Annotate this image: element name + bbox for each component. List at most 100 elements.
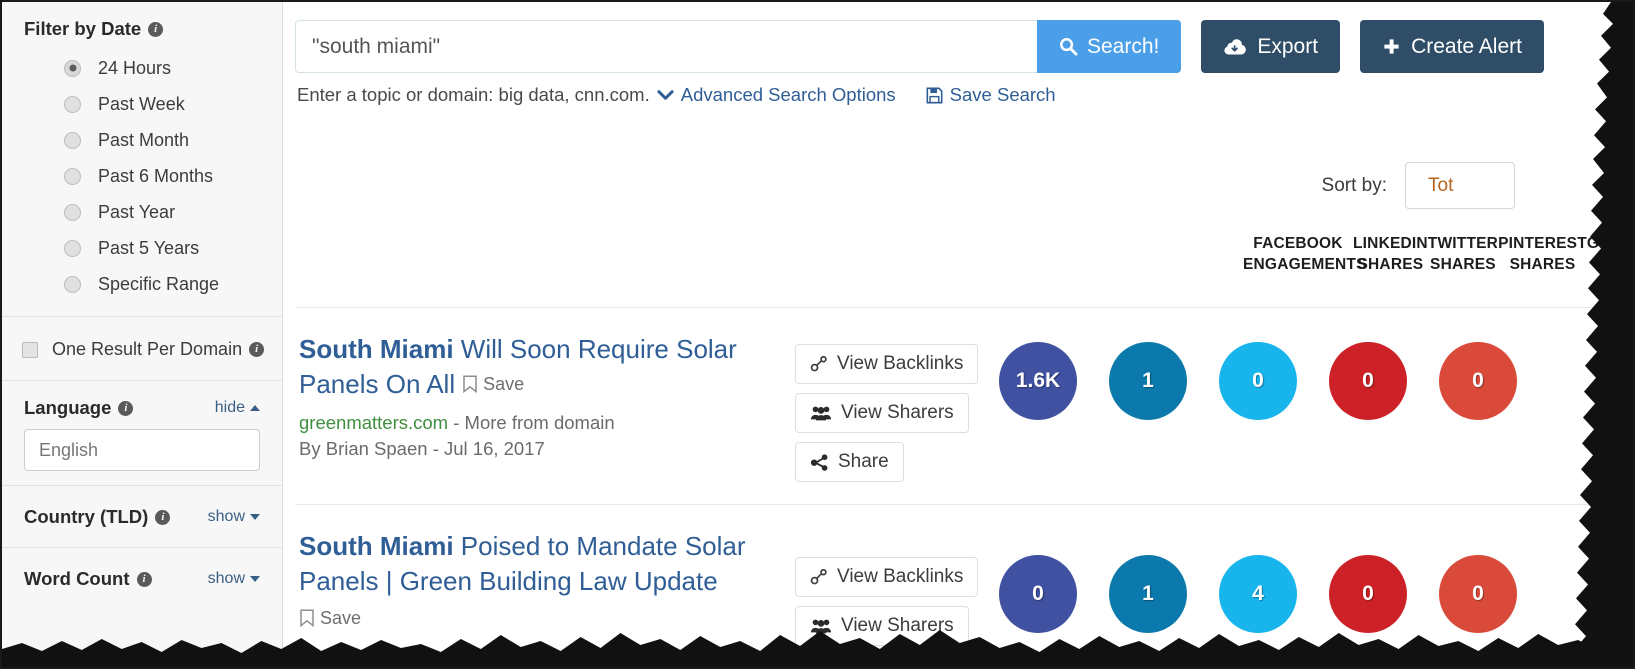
word-count-toggle-label: show [207, 570, 245, 587]
date-option-24-hours[interactable]: 24 Hours [2, 50, 282, 86]
info-icon[interactable]: i [148, 21, 164, 37]
metric-column-headers: FACEBOOK ENGAGEMENTS LINKEDIN SHARES TWITT… [283, 234, 1633, 275]
more-from-domain-link[interactable]: - More from domain [453, 412, 614, 433]
view-sharers-label: View Sharers [841, 402, 954, 423]
date-option-specific-range[interactable]: Specific Range [2, 266, 282, 302]
search-hint-row: Enter a topic or domain: big data, cnn.c… [283, 73, 1633, 106]
date-option-past-5-years[interactable]: Past 5 Years [2, 230, 282, 266]
date-option-past-year[interactable]: Past Year [2, 194, 282, 230]
country-header[interactable]: Country (TLD) i show [2, 506, 282, 528]
view-sharers-button[interactable]: View Sharers [795, 393, 969, 433]
result-title-block: South Miami Poised to Mandate Solar Pane… [299, 529, 795, 600]
search-button[interactable]: Search! [1037, 20, 1182, 73]
chevron-down-icon [250, 514, 260, 520]
link-chain-icon [810, 356, 827, 372]
metric-bubble: 4 [1219, 555, 1297, 633]
date-filter-section: Filter by Date i 24 Hours Past Week Past… [2, 2, 282, 317]
column-header-linkedin-shares: LINKEDIN SHARES [1353, 235, 1428, 273]
results-list: South Miami Will Soon Require Solar Pane… [295, 307, 1633, 667]
date-option-label: Specific Range [98, 273, 220, 294]
metric-linkedin: 1 [1093, 555, 1203, 633]
metric-pinterest: 0 [1313, 342, 1423, 420]
search-button-label: Search! [1087, 34, 1160, 58]
plus-icon [1384, 39, 1399, 54]
info-icon[interactable]: i [249, 342, 265, 357]
date-option-past-month[interactable]: Past Month [2, 122, 282, 158]
save-result-button[interactable]: Save [462, 374, 524, 395]
result-info: South Miami Will Soon Require Solar Pane… [295, 332, 795, 460]
bookmark-icon [300, 609, 314, 628]
chevron-down-icon[interactable] [657, 89, 674, 101]
view-sharers-label: View Sharers [841, 615, 954, 636]
radio-icon[interactable] [64, 95, 81, 113]
radio-icon[interactable] [64, 131, 81, 149]
country-title: Country (TLD) i [24, 506, 171, 528]
radio-icon[interactable] [64, 59, 81, 77]
metric-bubble: 0 [1439, 342, 1517, 420]
share-nodes-icon [810, 453, 828, 471]
country-title-label: Country (TLD) [24, 506, 149, 527]
word-count-title-label: Word Count [24, 568, 130, 589]
date-option-past-week[interactable]: Past Week [2, 86, 282, 122]
metric-bubble: 0 [1329, 555, 1407, 633]
info-icon[interactable]: i [118, 400, 134, 416]
metric-bubble: 0 [999, 555, 1077, 633]
export-button[interactable]: Export [1201, 20, 1341, 73]
checkbox-icon[interactable] [22, 341, 38, 358]
create-alert-button[interactable]: Create Alert [1360, 20, 1544, 73]
date-option-past-6-months[interactable]: Past 6 Months [2, 158, 282, 194]
right-white-margin [1611, 2, 1633, 667]
date-filter-options: 24 Hours Past Week Past Month Past 6 Mon… [2, 50, 282, 302]
result-row: South Miami Will Soon Require Solar Pane… [295, 307, 1633, 504]
search-hint-text: Enter a topic or domain: big data, cnn.c… [297, 84, 650, 105]
column-header-twitter-shares: TWITTER SHARES [1427, 235, 1499, 273]
save-label: Save [483, 373, 525, 394]
save-result-button[interactable]: Save [299, 608, 361, 629]
result-domain-link[interactable]: greenmatters.com [299, 412, 448, 433]
users-group-icon [810, 619, 832, 634]
result-title-highlight: South Miami [299, 334, 454, 364]
word-count-toggle[interactable]: show [208, 570, 260, 588]
language-title: Language i [24, 397, 134, 419]
result-actions: View Backlinks View Sharers [795, 529, 979, 646]
floppy-save-icon[interactable] [926, 87, 943, 104]
info-icon[interactable]: i [155, 509, 171, 525]
filters-sidebar: Filter by Date i 24 Hours Past Week Past… [2, 2, 283, 667]
metric-googleplus: 0 [1423, 555, 1533, 633]
result-title[interactable]: South Miami Poised to Mandate Solar Pane… [299, 531, 746, 596]
metric-linkedin: 1 [1093, 342, 1203, 420]
date-option-label: Past 6 Months [98, 165, 214, 186]
country-toggle[interactable]: show [208, 508, 260, 526]
result-actions: View Backlinks View Sharers [795, 332, 979, 482]
language-input[interactable] [24, 429, 260, 471]
search-input[interactable] [295, 20, 1037, 73]
view-backlinks-button[interactable]: View Backlinks [795, 557, 979, 597]
radio-icon[interactable] [64, 239, 81, 257]
radio-icon[interactable] [64, 203, 81, 221]
result-metrics: 0 1 4 0 0 [970, 529, 1533, 633]
metric-bubble: 0 [1329, 342, 1407, 420]
radio-icon[interactable] [64, 167, 81, 185]
language-toggle[interactable]: hide [215, 399, 260, 417]
save-result-row: Save [299, 608, 795, 633]
metric-facebook: 1.6K [983, 342, 1093, 420]
metric-bubble: 0 [1439, 555, 1517, 633]
advanced-search-options-link[interactable]: Advanced Search Options [681, 84, 896, 106]
metric-bubble: 1 [1109, 555, 1187, 633]
radio-icon[interactable] [64, 275, 81, 293]
date-filter-title: Filter by Date i [24, 18, 164, 40]
save-search-link[interactable]: Save Search [950, 84, 1056, 106]
sort-by-select[interactable]: Tot [1405, 162, 1515, 209]
bookmark-icon [463, 375, 477, 394]
column-header-facebook-engagements: FACEBOOK ENGAGEMENTS [1243, 235, 1367, 273]
date-option-label: Past Week [98, 93, 185, 114]
word-count-header[interactable]: Word Count i show [2, 568, 282, 590]
view-sharers-button[interactable]: View Sharers [795, 606, 969, 646]
one-result-per-domain-row[interactable]: One Result Per Domain i [2, 339, 282, 360]
share-button[interactable]: Share [795, 442, 904, 482]
info-icon[interactable]: i [136, 571, 152, 587]
result-row: South Miami Poised to Mandate Solar Pane… [295, 504, 1633, 667]
sort-by-control: Sort by: Tot [1322, 162, 1515, 209]
view-backlinks-button[interactable]: View Backlinks [795, 344, 979, 384]
one-result-per-domain-section: One Result Per Domain i [2, 317, 282, 381]
